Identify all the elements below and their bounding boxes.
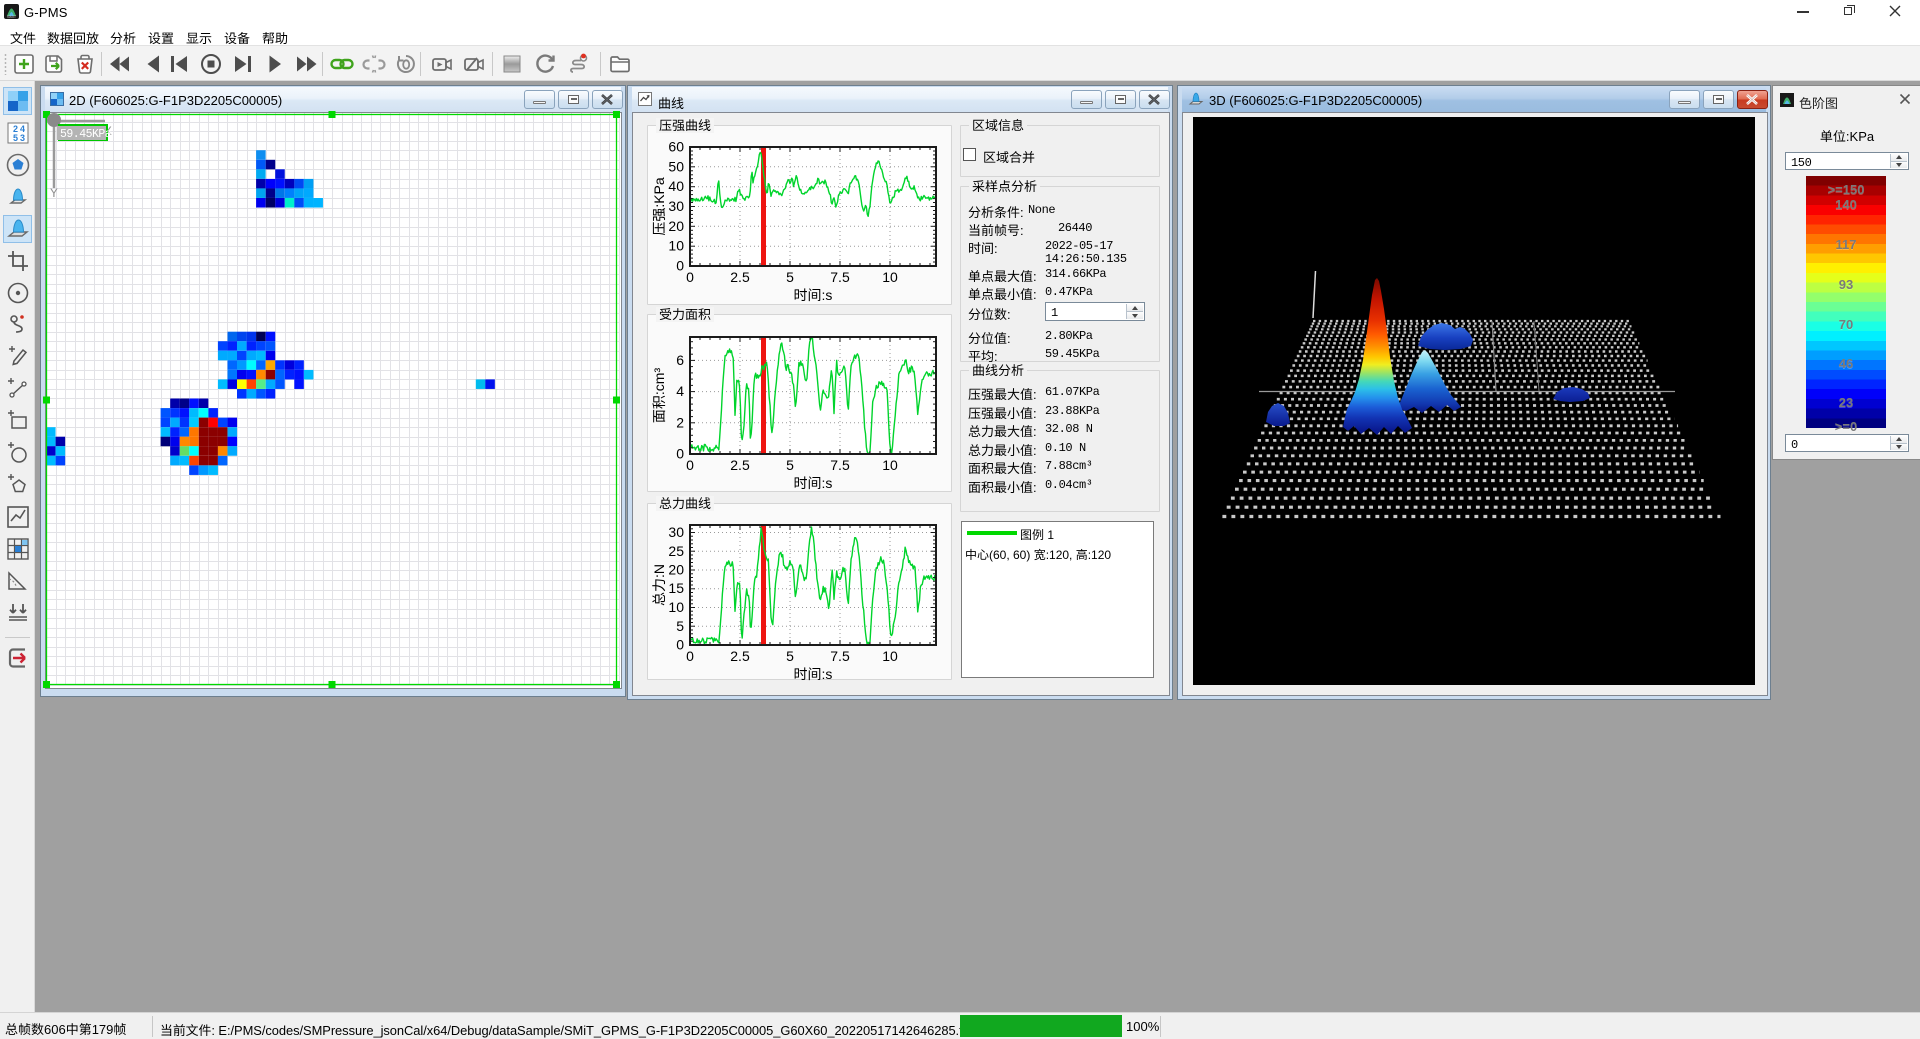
svg-text:总力:N: 总力:N: [651, 564, 667, 606]
svg-text:4: 4: [676, 383, 684, 399]
svg-text:10: 10: [882, 269, 898, 285]
svg-text:SMiT: SMiT: [7, 14, 17, 19]
svg-text:15: 15: [668, 580, 684, 596]
svg-text:时间:s: 时间:s: [794, 666, 833, 682]
svg-text:2.5: 2.5: [730, 648, 750, 664]
svg-text:40: 40: [668, 178, 684, 194]
svg-text:30: 30: [668, 524, 684, 540]
svg-text:10: 10: [668, 599, 684, 615]
svg-text:7.5: 7.5: [830, 648, 850, 664]
svg-text:30: 30: [668, 198, 684, 214]
svg-text:面积:cm³: 面积:cm³: [651, 368, 667, 424]
svg-text:0: 0: [676, 446, 684, 462]
svg-text:5: 5: [13, 133, 18, 143]
svg-text:0: 0: [676, 637, 684, 653]
svg-text:50: 50: [668, 158, 684, 174]
svg-text:0: 0: [686, 269, 694, 285]
svg-text:7.5: 7.5: [830, 269, 850, 285]
svg-text:2: 2: [676, 414, 684, 430]
svg-text:59.45KPa: 59.45KPa: [60, 128, 112, 141]
svg-text:60: 60: [668, 139, 684, 155]
svg-text:5: 5: [786, 457, 794, 473]
svg-text:时间:s: 时间:s: [794, 475, 833, 491]
svg-text:2.5: 2.5: [730, 457, 750, 473]
svg-text:10: 10: [882, 648, 898, 664]
svg-text:25: 25: [668, 543, 684, 559]
svg-text:0: 0: [686, 648, 694, 664]
svg-text:Y: Y: [50, 186, 58, 201]
svg-text:10: 10: [668, 238, 684, 254]
svg-text:5: 5: [786, 269, 794, 285]
svg-text:3: 3: [20, 133, 25, 143]
svg-text:10: 10: [882, 457, 898, 473]
svg-text:0: 0: [676, 258, 684, 274]
svg-text:时间:s: 时间:s: [794, 287, 833, 303]
svg-text:压强:KPa: 压强:KPa: [651, 177, 667, 236]
svg-text:7.5: 7.5: [830, 457, 850, 473]
svg-text:6: 6: [676, 352, 684, 368]
svg-text:20: 20: [668, 218, 684, 234]
svg-text:5: 5: [676, 618, 684, 634]
svg-text:5: 5: [786, 648, 794, 664]
svg-text:20: 20: [668, 562, 684, 578]
svg-text:2.5: 2.5: [730, 269, 750, 285]
svg-text:0: 0: [686, 457, 694, 473]
